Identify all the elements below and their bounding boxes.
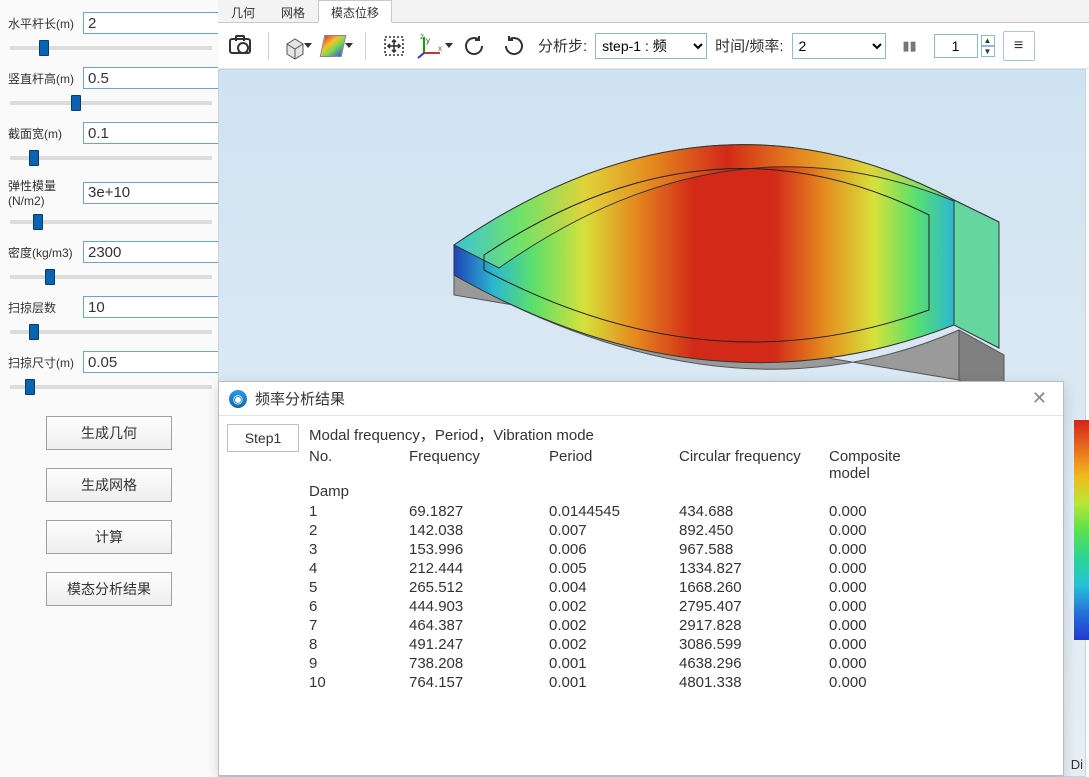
gen-geom-button[interactable]: 生成几何: [46, 416, 172, 450]
time-freq-select[interactable]: 2: [792, 33, 886, 59]
table-row: 8491.2470.0023086.5990.000: [309, 635, 919, 654]
frame-step-up[interactable]: ▲: [981, 35, 995, 46]
param-slider[interactable]: [10, 220, 212, 224]
table-row: 7464.3870.0022917.8280.000: [309, 616, 919, 635]
frame-step-down[interactable]: ▼: [981, 46, 995, 57]
gen-mesh-button[interactable]: 生成网格: [46, 468, 172, 502]
table-row: 6444.9030.0022795.4070.000: [309, 597, 919, 616]
rotate-ccw-icon: [502, 34, 526, 58]
analysis-step-select[interactable]: step-1 : 频: [595, 33, 707, 59]
tab-geom[interactable]: 几何: [218, 0, 268, 22]
calc-button[interactable]: 计算: [46, 520, 172, 554]
modal-result-button[interactable]: 模态分析结果: [46, 572, 172, 606]
dialog-close-button[interactable]: ✕: [1026, 386, 1053, 411]
view-tabstrip: 几何 网格 模态位移: [218, 0, 1089, 23]
screenshot-button[interactable]: [224, 31, 256, 61]
param-row: 弹性模量(N/m2): [8, 177, 210, 227]
tab-mesh[interactable]: 网格: [268, 0, 318, 22]
viewport-corner-label: Di: [1071, 757, 1083, 772]
axis-icon: x zy: [416, 33, 444, 59]
param-slider[interactable]: [10, 385, 212, 389]
view-cube-dropdown[interactable]: [281, 31, 313, 61]
param-label: 截面宽(m): [8, 125, 83, 142]
param-row: 截面宽(m): [8, 122, 210, 163]
overflow-button[interactable]: ≡: [1003, 31, 1035, 61]
results-dialog: ◉ 频率分析结果 ✕ Step1 Modal frequency，Period，…: [218, 381, 1064, 776]
camera-icon: [229, 38, 251, 54]
table-row: 169.18270.0144545434.6880.000: [309, 502, 919, 521]
col-freq: Frequency: [409, 447, 549, 483]
play-button[interactable]: ▮▮: [894, 31, 926, 61]
frame-stepper[interactable]: ▲ ▼: [934, 34, 995, 58]
sidebar: 水平杆长(m) 竖直杆高(m) 截面宽(m) 弹性模量(N/m2) 密度(kg/m3) 扫…: [0, 0, 218, 777]
move-icon: [382, 34, 406, 58]
table-row: 5265.5120.0041668.2600.000: [309, 578, 919, 597]
param-slider[interactable]: [10, 101, 212, 105]
param-slider[interactable]: [10, 330, 212, 334]
col-circ: Circular frequency: [679, 447, 829, 483]
table-row: 10764.1570.0014801.3380.000: [309, 673, 919, 692]
axis-tool[interactable]: x zy: [418, 31, 450, 61]
app-icon: ◉: [229, 390, 247, 408]
dialog-title: 频率分析结果: [255, 388, 1026, 409]
time-freq-label: 时间/频率:: [715, 35, 783, 56]
svg-text:z: z: [420, 33, 424, 41]
gradient-cube-icon: [319, 35, 346, 57]
param-label: 竖直杆高(m): [8, 70, 83, 87]
table-row: 4212.4440.0051334.8270.000: [309, 559, 919, 578]
frame-stepper-input[interactable]: [934, 34, 978, 58]
param-label: 扫掠尺寸(m): [8, 354, 83, 371]
col-period: Period: [549, 447, 679, 483]
move-tool[interactable]: [378, 31, 410, 61]
param-label: 水平杆长(m): [8, 15, 83, 32]
param-label: 扫掠层数: [8, 299, 83, 316]
damp-label: Damp: [309, 483, 1049, 500]
dialog-titlebar[interactable]: ◉ 频率分析结果 ✕: [219, 382, 1063, 416]
cube-icon: [283, 36, 303, 56]
svg-text:x: x: [438, 44, 442, 53]
param-row: 竖直杆高(m): [8, 67, 210, 108]
param-slider[interactable]: [10, 275, 212, 279]
param-slider[interactable]: [10, 156, 212, 160]
param-label: 密度(kg/m3): [8, 244, 83, 261]
table-row: 2142.0380.007892.4500.000: [309, 521, 919, 540]
rotate-cw-icon: [462, 34, 486, 58]
color-legend: [1074, 420, 1089, 640]
param-row: 扫掠尺寸(m): [8, 351, 210, 392]
dialog-step-tab[interactable]: Step1: [227, 424, 299, 452]
table-row: 3153.9960.006967.5880.000: [309, 540, 919, 559]
param-row: 水平杆长(m): [8, 12, 210, 53]
viewport-toolbar: x zy 分析步: step-1 : 频 时间/频率: 2 ▮▮: [218, 23, 1089, 69]
svg-text:y: y: [426, 36, 430, 45]
param-slider[interactable]: [10, 46, 212, 50]
rotate-ccw-tool[interactable]: [498, 31, 530, 61]
rotate-cw-tool[interactable]: [458, 31, 490, 61]
param-label: 弹性模量(N/m2): [8, 177, 83, 208]
results-text: Modal frequency，Period，Vibration mode No…: [299, 424, 1053, 771]
colormap-dropdown[interactable]: [321, 31, 353, 61]
tab-disp[interactable]: 模态位移: [318, 0, 392, 23]
param-row: 密度(kg/m3): [8, 241, 210, 282]
model-render: [399, 100, 1039, 420]
col-no: No.: [309, 447, 409, 483]
table-row: 9738.2080.0014638.2960.000: [309, 654, 919, 673]
col-model: Composite model: [829, 447, 919, 483]
analysis-step-label: 分析步:: [538, 35, 587, 56]
param-row: 扫掠层数: [8, 296, 210, 337]
